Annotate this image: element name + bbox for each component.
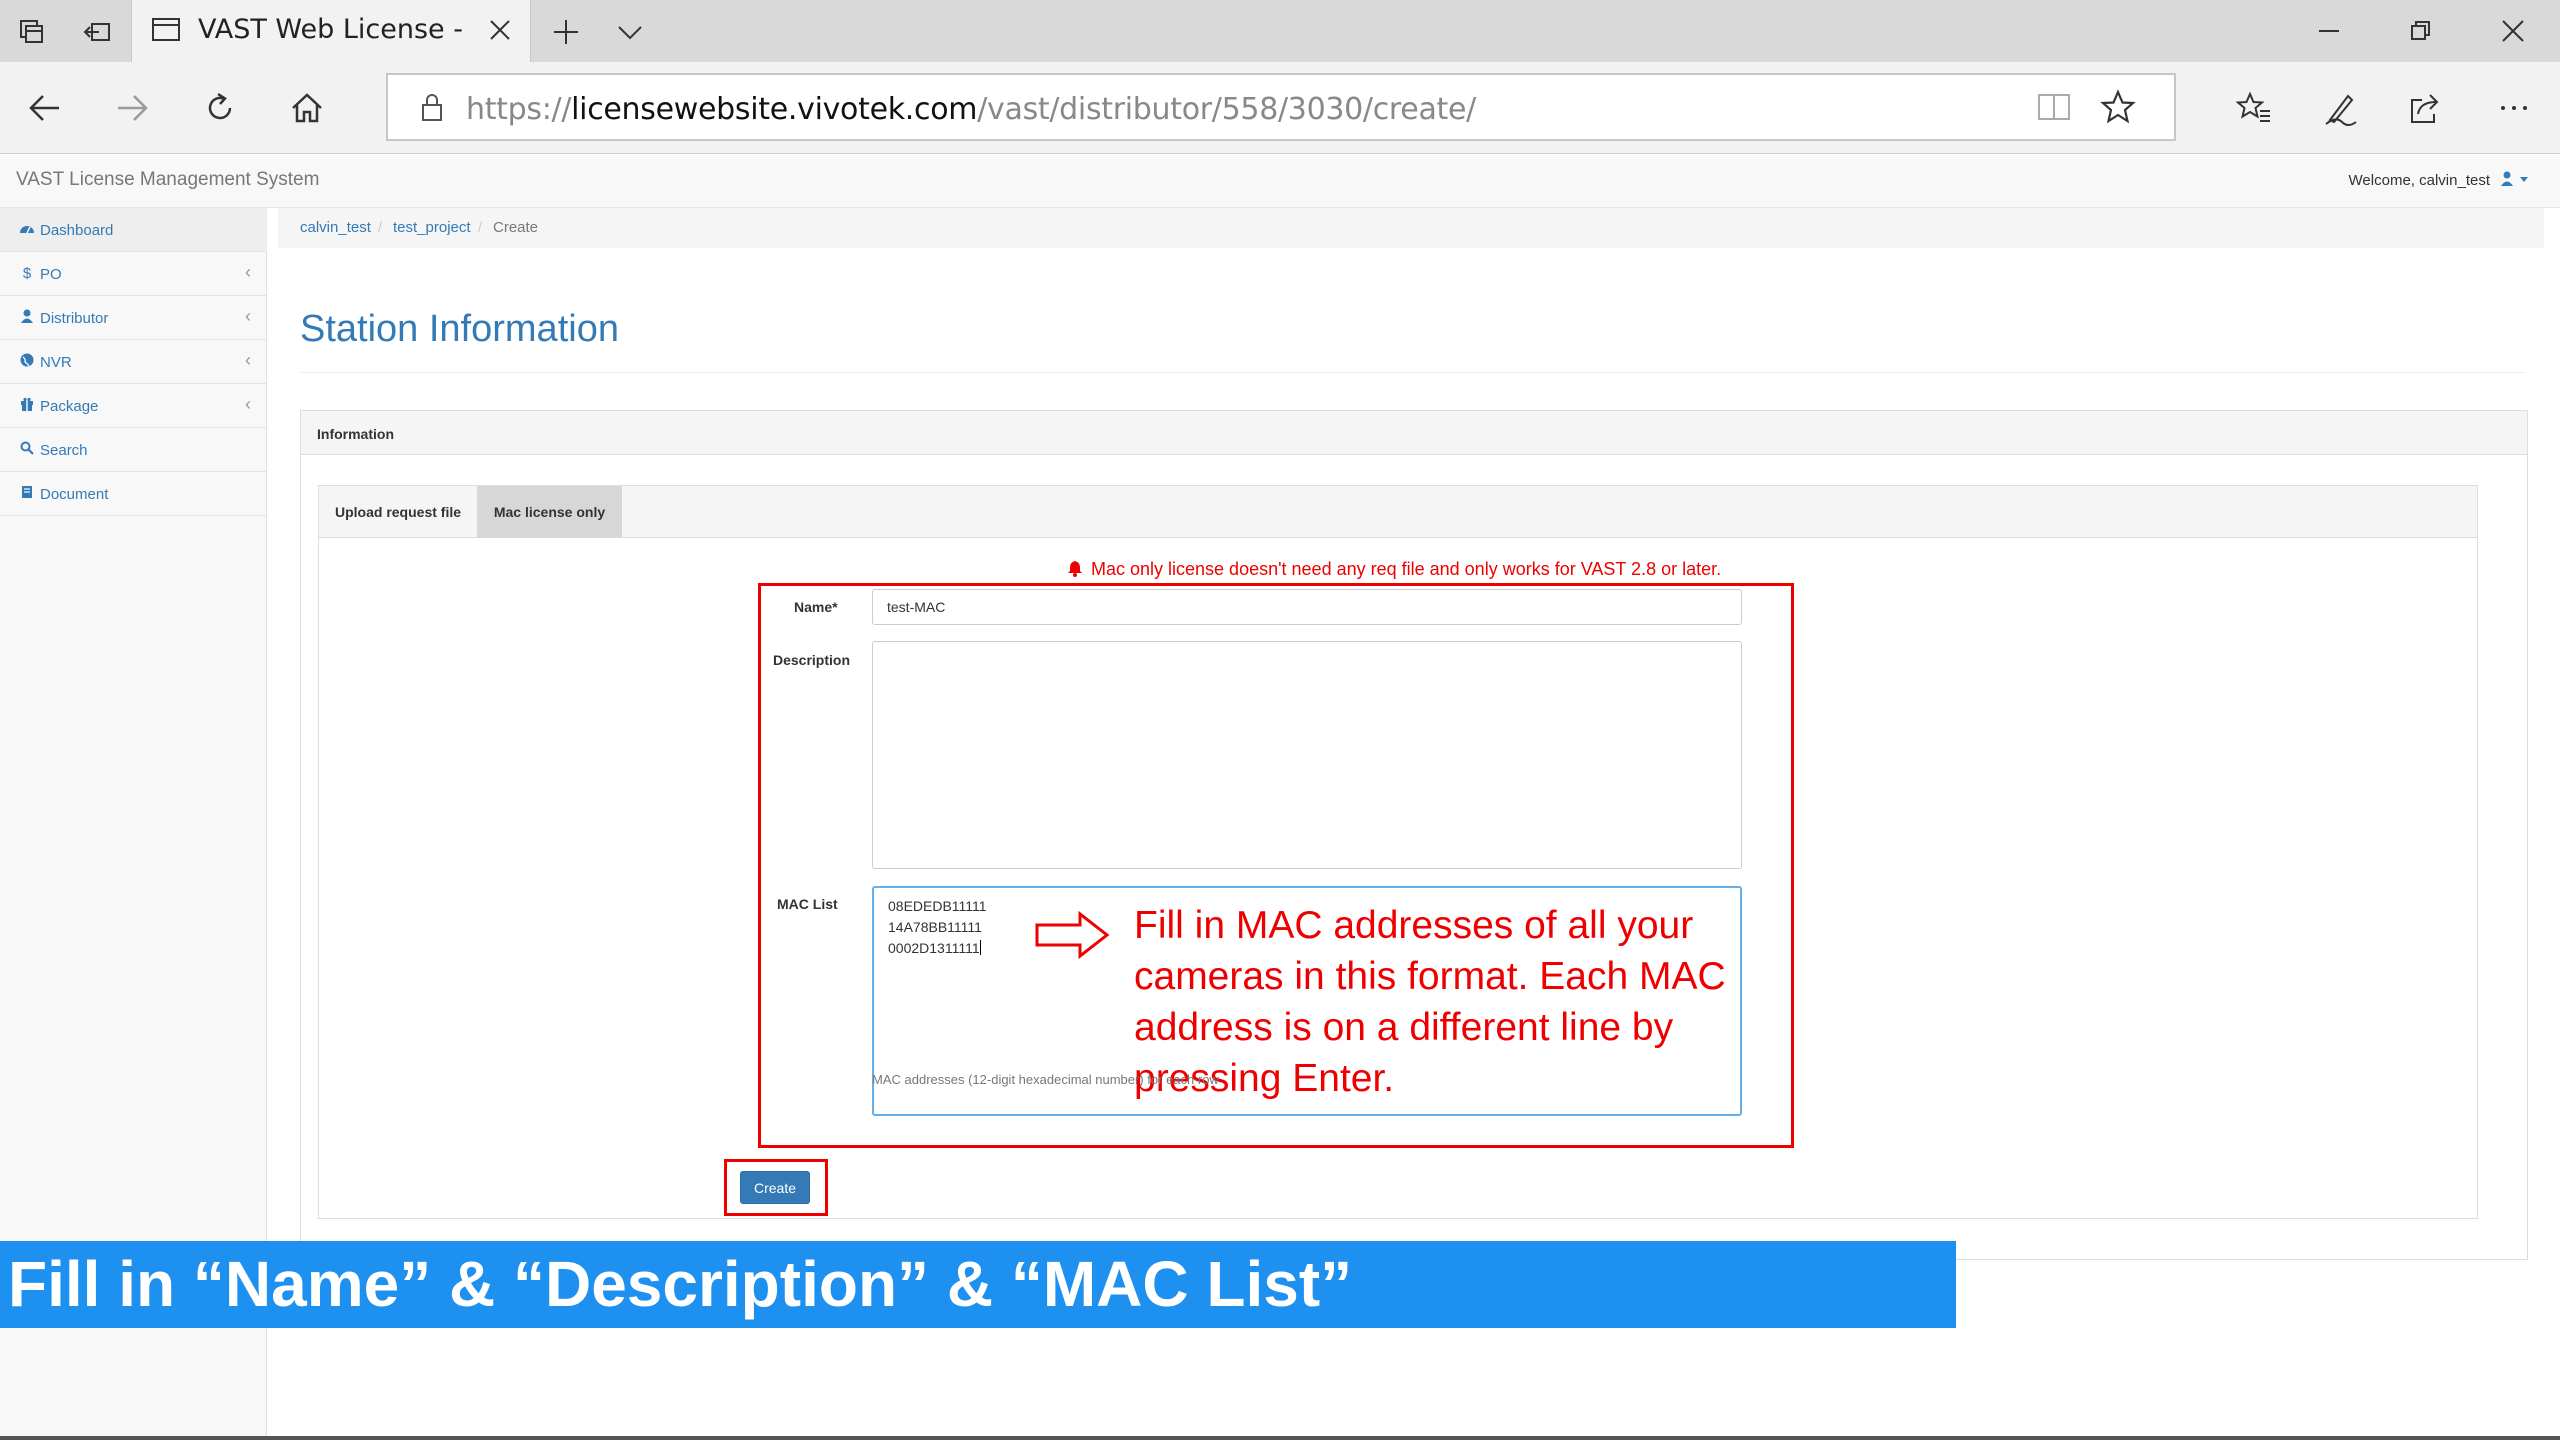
new-tab-icon[interactable]	[548, 14, 584, 50]
breadcrumb-separator: /	[478, 219, 483, 236]
chevron-left-icon: ‹	[245, 306, 251, 326]
browser-tabstrip: VAST Web License - VIV	[0, 0, 2560, 62]
banner-text: Fill in “Name” & “Description” & “MAC Li…	[8, 1248, 1353, 1320]
url-host: licensewebsite.vivotek.com	[571, 92, 978, 127]
restore-icon[interactable]	[2398, 10, 2444, 52]
refresh-icon[interactable]	[196, 84, 244, 132]
breadcrumb-separator: /	[378, 219, 383, 236]
home-icon[interactable]	[283, 84, 331, 132]
reading-view-icon[interactable]	[2030, 83, 2078, 131]
chevron-left-icon: ‹	[245, 394, 251, 414]
sidebar-item-distributor[interactable]: Distributor ‹	[0, 296, 267, 340]
sidebar-item-label: NVR	[40, 354, 72, 371]
chevron-left-icon: ‹	[245, 262, 251, 282]
more-options-icon[interactable]	[2490, 84, 2538, 132]
app-header: VAST License Management System Welcome, …	[0, 155, 2560, 208]
favorites-hub-icon[interactable]	[2230, 84, 2278, 132]
breadcrumb-user[interactable]: calvin_test	[300, 219, 371, 236]
chevron-left-icon: ‹	[245, 350, 251, 370]
page-icon	[148, 12, 184, 48]
browser-navbar: https://licensewebsite.vivotek.com/vast/…	[0, 62, 2560, 154]
sidebar-item-dashboard[interactable]: Dashboard	[0, 208, 267, 252]
user-menu-icon[interactable]	[2500, 171, 2530, 191]
breadcrumb: calvin_test / test_project / Create	[278, 208, 2544, 248]
bottom-edge	[0, 1436, 2560, 1440]
close-window-icon[interactable]	[2490, 10, 2536, 52]
address-bar[interactable]: https://licensewebsite.vivotek.com/vast/…	[386, 73, 2176, 141]
back-icon[interactable]	[21, 84, 69, 132]
warning-message: Mac only license doesn't need any req fi…	[1067, 559, 1721, 582]
sidebar-item-nvr[interactable]: NVR ‹	[0, 340, 267, 384]
tab-preview-chevron-icon[interactable]	[612, 14, 648, 50]
favorite-star-icon[interactable]	[2094, 83, 2142, 131]
sidebar-item-po[interactable]: $ PO ‹	[0, 252, 267, 296]
panel-heading: Information	[301, 411, 2527, 455]
search-icon	[18, 441, 36, 459]
dashboard-icon	[18, 221, 36, 239]
sidebar-item-label: Dashboard	[40, 222, 114, 239]
dollar-icon: $	[22, 265, 32, 282]
tabs-bar: Upload request file Mac license only	[319, 486, 2477, 538]
create-button[interactable]: Create	[740, 1171, 810, 1204]
sidebar-item-label: PO	[40, 266, 62, 283]
title-divider	[300, 372, 2526, 373]
breadcrumb-project[interactable]: test_project	[393, 219, 471, 236]
page-title: Station Information	[300, 308, 619, 350]
web-note-pen-icon[interactable]	[2316, 84, 2364, 132]
gift-icon	[18, 397, 36, 415]
warning-text: Mac only license doesn't need any req fi…	[1091, 559, 1722, 579]
sidebar-item-label: Document	[40, 486, 109, 503]
sidebar-item-search[interactable]: Search	[0, 428, 267, 472]
url-text: https://licensewebsite.vivotek.com/vast/…	[466, 92, 1476, 127]
forward-icon[interactable]	[108, 84, 156, 132]
screen: VAST Web License - VIV	[0, 0, 2560, 1440]
sidebar-item-package[interactable]: Package ‹	[0, 384, 267, 428]
welcome-text: Welcome, calvin_test	[2348, 172, 2490, 189]
tab-manager-icon[interactable]	[14, 14, 50, 50]
form-highlight-box	[758, 583, 1794, 1148]
url-path: /vast/distributor/558/3030/create/	[977, 92, 1476, 127]
url-scheme: https://	[466, 92, 572, 127]
minimize-icon[interactable]	[2306, 10, 2352, 52]
sidebar-item-label: Distributor	[40, 310, 109, 327]
tab-upload-request-file[interactable]: Upload request file	[319, 486, 477, 538]
sidebar-item-label: Package	[40, 398, 99, 415]
user-icon	[18, 309, 36, 327]
lock-icon[interactable]	[408, 83, 456, 131]
tab-title: VAST Web License - VIV	[198, 14, 468, 45]
sidebar-item-document[interactable]: Document	[0, 472, 267, 516]
breadcrumb-current: Create	[493, 219, 539, 236]
app-title: VAST License Management System	[16, 169, 320, 190]
set-aside-tabs-icon[interactable]	[80, 14, 116, 50]
sidebar-item-label: Search	[40, 442, 88, 459]
bell-icon	[1067, 560, 1083, 582]
share-icon[interactable]	[2402, 84, 2450, 132]
globe-icon	[18, 353, 36, 371]
panel-heading-text: Information	[317, 426, 394, 442]
book-icon	[18, 485, 36, 503]
browser-tab-active[interactable]: VAST Web License - VIV	[131, 0, 531, 62]
close-tab-icon[interactable]	[482, 12, 518, 48]
tab-mac-license-only[interactable]: Mac license only	[477, 486, 622, 538]
instruction-banner: Fill in “Name” & “Description” & “MAC Li…	[0, 1241, 1956, 1328]
